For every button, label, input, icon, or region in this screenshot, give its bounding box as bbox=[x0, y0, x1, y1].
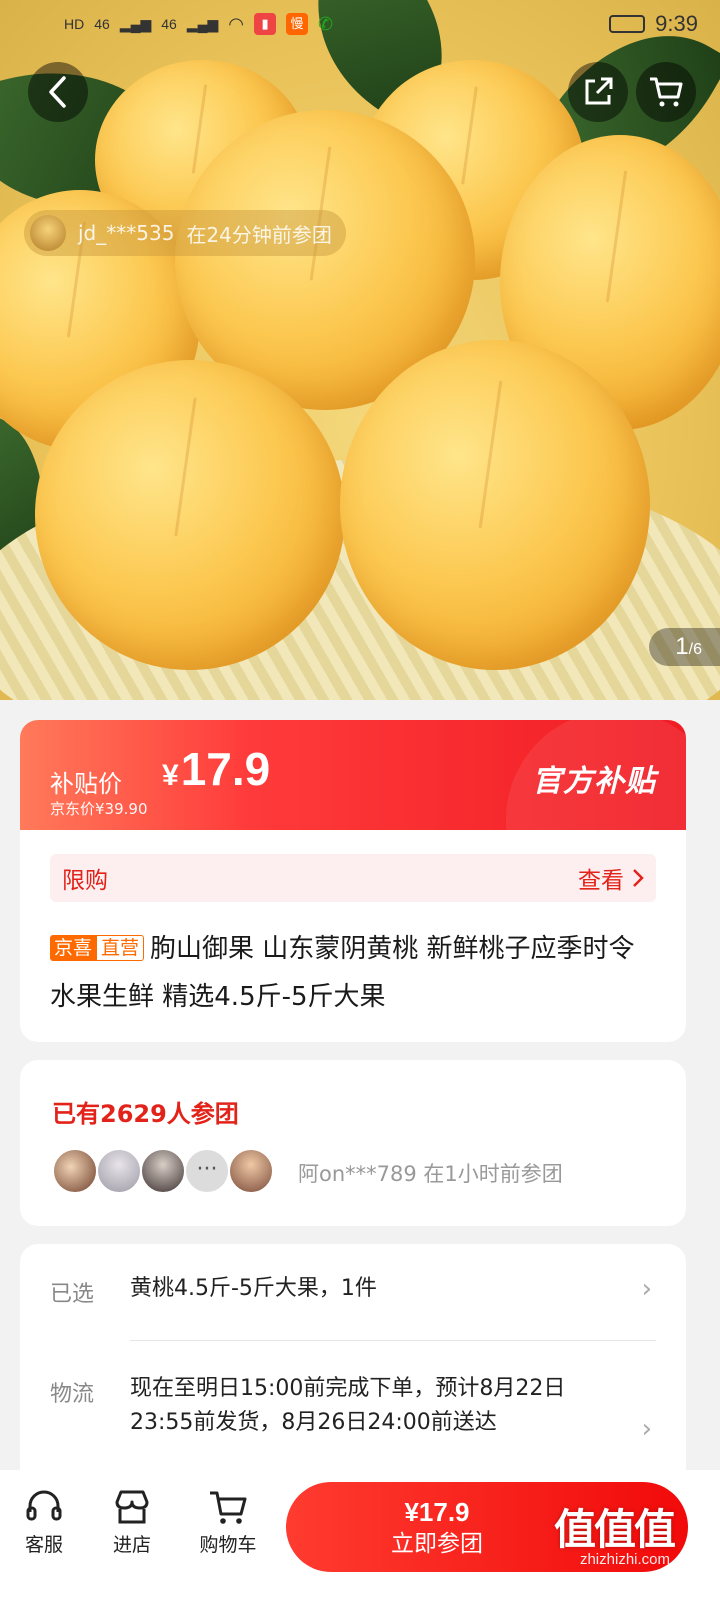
currency-symbol: ¥ bbox=[162, 759, 179, 792]
product-title: 京喜 直营 朐山御果 山东蒙阴黄桃 新鲜桃子应季时令水果生鲜 精选4.5斤-5斤大果 bbox=[50, 925, 660, 1021]
spec-card: 已选 黄桃4.5斤-5斤大果，1件 › 物流 现在至明日15:00前完成下单，预… bbox=[20, 1244, 686, 1504]
chevron-right-icon bbox=[633, 869, 644, 887]
gift-app-icon: ▮ bbox=[254, 13, 277, 35]
customer-service-label: 客服 bbox=[24, 1534, 63, 1556]
official-subsidy-tag: 官方补贴 bbox=[532, 764, 656, 799]
store-button[interactable]: 进店 bbox=[92, 1484, 172, 1557]
signal-icon: ▂▄▆ bbox=[119, 15, 152, 32]
peach bbox=[340, 340, 650, 670]
original-price: 京东价¥39.90 bbox=[50, 800, 148, 818]
avatar bbox=[96, 1148, 142, 1194]
selected-value: 黄桃4.5斤-5斤大果，1件 bbox=[130, 1276, 377, 1301]
logistics-label: 物流 bbox=[50, 1382, 95, 1407]
store-label: 进店 bbox=[112, 1534, 151, 1556]
group-count: 已有2629人参团 bbox=[52, 1100, 239, 1128]
limit-view-link[interactable]: 查看 bbox=[578, 861, 644, 895]
image-pager: 1 /6 bbox=[649, 628, 720, 666]
divider bbox=[130, 1340, 656, 1341]
limit-label: 限购 bbox=[62, 868, 108, 894]
recent-join-toast: jd_***535 在24分钟前参团 bbox=[24, 210, 346, 256]
jingxi-tag: 京喜 bbox=[50, 935, 97, 961]
chevron-left-icon bbox=[49, 76, 66, 108]
signal-label-1: 46 bbox=[94, 16, 110, 32]
price-value: ¥17.9 bbox=[162, 742, 270, 796]
customer-service-button[interactable]: 客服 bbox=[4, 1484, 84, 1557]
phone-icon: ✆ bbox=[318, 13, 334, 34]
purchase-limit-bar[interactable]: 限购 查看 bbox=[50, 854, 656, 902]
wifi-icon: ◠ bbox=[228, 13, 245, 34]
participant-avatars: ··· bbox=[52, 1148, 274, 1194]
peach bbox=[35, 360, 345, 670]
status-left: HD 46 ▂▄▆ 46 ▂▄▆ ◠ ▮ 慢 ✆ bbox=[64, 13, 333, 35]
logistics-value: 现在至明日15:00前完成下单，预计8月22日23:55前发货，8月26日24:… bbox=[130, 1376, 566, 1435]
join-group-button[interactable]: ¥17.9 立即参团 值值值 zhizhizhi.com bbox=[286, 1482, 688, 1572]
chevron-right-icon: › bbox=[641, 1414, 652, 1444]
selected-label: 已选 bbox=[50, 1282, 95, 1307]
pager-total: /6 bbox=[688, 641, 702, 658]
bottom-action-bar: 客服 进店 购物车 ¥17.9 立即参团 值值值 zhizhizhi.com bbox=[0, 1470, 720, 1600]
recent-participant: 阿on***789 在1小时前参团 bbox=[298, 1162, 563, 1186]
status-right: 9:39 bbox=[609, 11, 698, 37]
avatar bbox=[228, 1148, 274, 1194]
avatar bbox=[30, 215, 66, 251]
cart-icon bbox=[650, 77, 683, 107]
avatar bbox=[140, 1148, 186, 1194]
clock: 9:39 bbox=[655, 11, 698, 36]
group-buy-card[interactable]: 已有2629人参团 ··· 阿on***789 在1小时前参团 bbox=[20, 1060, 686, 1226]
status-bar: HD 46 ▂▄▆ 46 ▂▄▆ ◠ ▮ 慢 ✆ 9:39 bbox=[0, 0, 720, 48]
share-icon bbox=[585, 77, 613, 105]
chevron-right-icon: › bbox=[641, 1274, 652, 1304]
battery-icon bbox=[609, 15, 646, 33]
toast-user: jd_***535 bbox=[78, 221, 175, 245]
watermark-url: zhizhizhi.com bbox=[579, 1551, 670, 1568]
back-button[interactable] bbox=[28, 62, 88, 122]
cart-button[interactable] bbox=[636, 62, 696, 122]
product-info-card: 限购 查看 京喜 直营 朐山御果 山东蒙阴黄桃 新鲜桃子应季时令水果生鲜 精选4.5… bbox=[20, 830, 686, 1042]
price-banner: 补贴价 ¥17.9 京东价¥39.90 官方补贴 bbox=[20, 720, 686, 830]
pager-current: 1 bbox=[675, 633, 689, 660]
more-avatars: ··· bbox=[184, 1148, 230, 1194]
limit-view-label: 查看 bbox=[578, 868, 624, 894]
signal-icon: ▂▄▆ bbox=[186, 15, 219, 32]
slow-app-icon: 慢 bbox=[286, 13, 309, 35]
share-button[interactable] bbox=[568, 62, 628, 122]
direct-sale-tag: 直营 bbox=[96, 935, 145, 961]
watermark: 值值值 bbox=[553, 1505, 676, 1554]
signal-label-2: 46 bbox=[161, 16, 177, 32]
price-number: 17.9 bbox=[180, 743, 271, 795]
price-label: 补贴价 bbox=[50, 770, 122, 798]
toast-text: 在24分钟前参团 bbox=[186, 222, 332, 247]
headset-icon bbox=[26, 1490, 62, 1521]
store-icon bbox=[115, 1490, 149, 1524]
avatar bbox=[52, 1148, 98, 1194]
hd-label: HD bbox=[64, 16, 85, 32]
